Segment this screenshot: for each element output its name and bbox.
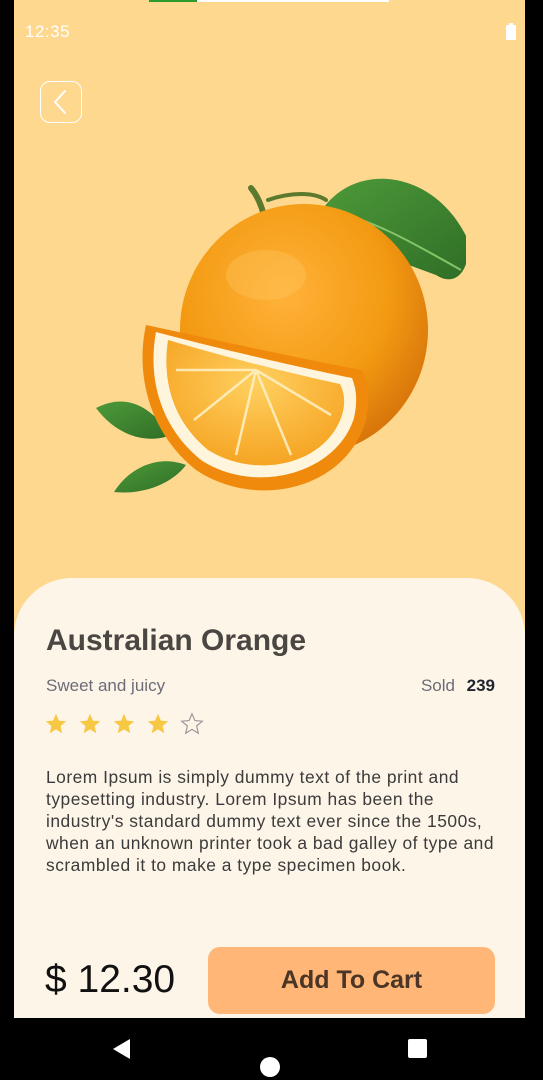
- product-title: Australian Orange: [46, 624, 307, 657]
- product-price: $ 12.30: [45, 958, 176, 1001]
- back-button[interactable]: [40, 81, 82, 123]
- chevron-left-icon: [54, 90, 66, 114]
- star-outline-icon: [180, 712, 204, 735]
- star-filled-icon: [79, 713, 101, 734]
- product-info-sheet: Australian Orange Sweet and juicy Sold 2…: [14, 578, 525, 1018]
- sold-label: Sold: [420, 676, 455, 695]
- system-navigation-bar: [0, 1018, 543, 1080]
- loading-progress-fill: [149, 0, 197, 2]
- nav-home-icon[interactable]: [260, 1057, 280, 1077]
- add-to-cart-button[interactable]: Add To Cart: [208, 947, 495, 1014]
- star-filled-icon: [147, 713, 169, 734]
- star-filled-icon: [113, 713, 135, 734]
- nav-recent-apps-icon[interactable]: [408, 1039, 427, 1058]
- rating-stars: [44, 712, 204, 736]
- sold-count: 239: [466, 676, 495, 695]
- battery-icon: [506, 23, 516, 40]
- star-filled-icon: [45, 713, 67, 734]
- product-description: Lorem Ipsum is simply dummy text of the …: [46, 767, 495, 875]
- orange-product-image: [96, 178, 466, 493]
- product-subtitle: Sweet and juicy: [46, 676, 166, 695]
- loading-progress-bar: [149, 0, 389, 2]
- product-detail-screen: 12:35 Australian Orange Sweet and juicy …: [14, 0, 525, 1018]
- nav-back-icon[interactable]: [112, 1038, 132, 1060]
- status-time: 12:35: [25, 22, 71, 41]
